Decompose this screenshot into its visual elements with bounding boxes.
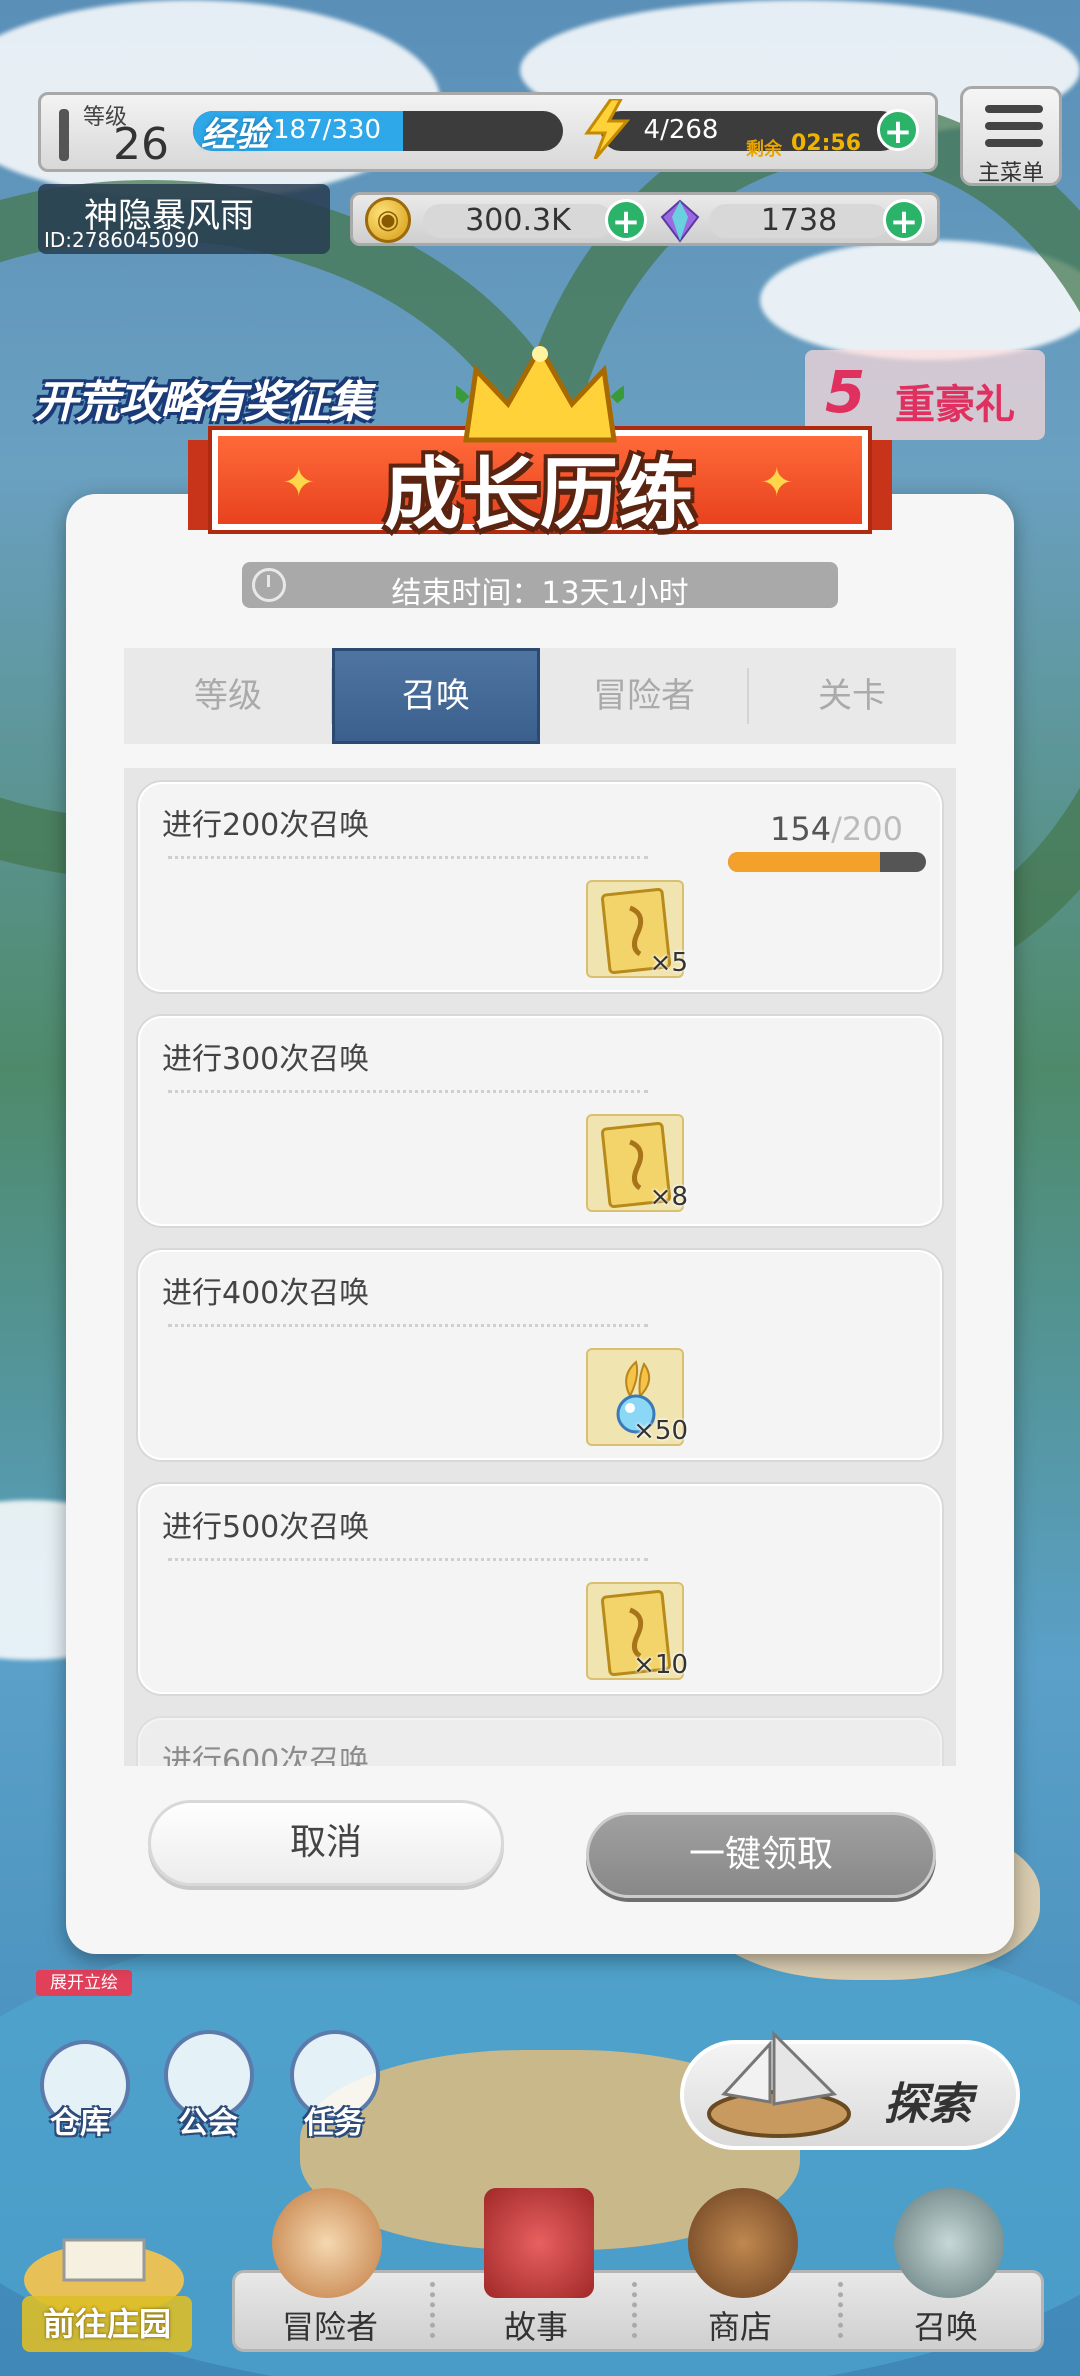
hamburger-icon — [985, 105, 1043, 156]
nav-story[interactable]: 故事 — [456, 2302, 616, 2348]
add-gold-button[interactable]: + — [605, 199, 647, 242]
nav-shop[interactable]: 商店 — [660, 2302, 820, 2348]
task-title: 进行300次召唤 — [162, 1042, 370, 1077]
end-time-bar: 结束时间：13天1小时 — [242, 562, 838, 611]
dialog-title-ribbon: ✦ ✦ 成长历练 — [188, 340, 892, 540]
stamina-value: 4/268 — [643, 115, 719, 145]
nav-separator — [838, 2282, 844, 2338]
reward-item[interactable]: ×5 — [586, 880, 688, 978]
reward-item[interactable]: ×10 — [586, 1582, 688, 1680]
task-divider — [168, 1324, 648, 1327]
dialog-title: 成长历练 — [383, 450, 696, 540]
farm-label: 前往庄园 — [22, 2296, 192, 2352]
gem-crystal-icon — [660, 199, 700, 243]
exp-value: 187/330 — [273, 115, 382, 145]
progress-current: 154 — [770, 810, 832, 848]
reward-item[interactable]: ×50 — [586, 1348, 688, 1446]
reward-quantity: ×8 — [649, 1182, 688, 1212]
adventurer-nav-icon[interactable] — [272, 2188, 382, 2298]
gold-value: 300.3K — [423, 204, 613, 238]
player-name-card[interactable]: 神隐暴风雨 ID:2786045090 — [38, 184, 330, 254]
explore-button[interactable]: 探索 — [680, 2030, 1020, 2150]
explore-label: 探索 — [884, 2079, 972, 2130]
player-status-bar: 等级 26 经验 187/330 4/268 剩余 02:56 + — [38, 92, 938, 172]
shop-icon[interactable] — [688, 2188, 798, 2298]
nav-adventurer[interactable]: 冒险者 — [250, 2302, 410, 2348]
reward-quantity: ×50 — [633, 1416, 688, 1446]
exp-label: 经验 — [201, 115, 269, 155]
reward-quantity: ×10 — [633, 1650, 688, 1680]
main-menu-label: 主菜单 — [977, 161, 1044, 186]
claim-all-button[interactable]: 一键领取 — [586, 1812, 936, 1898]
task-progress-fill — [728, 852, 881, 872]
tab-adventurer[interactable]: 冒险者 — [540, 648, 748, 744]
task-item: 进行500次召唤 ×10 — [138, 1484, 942, 1694]
story-book-icon[interactable] — [484, 2188, 594, 2298]
task-item: 进行200次召唤 154/200 ×5 — [138, 782, 942, 992]
guild-label: 公会 — [178, 2106, 238, 2141]
expand-portrait-button[interactable]: 展开立绘 — [36, 1970, 132, 1996]
task-title: 进行400次召唤 — [162, 1276, 370, 1311]
gold-coin-icon: ◉ — [365, 197, 411, 243]
category-tabs: 等级 召唤 冒险者 关卡 — [124, 648, 956, 744]
end-time-text: 结束时间：13天1小时 — [391, 576, 689, 611]
level-value: 26 — [113, 119, 169, 170]
growth-trial-dialog: 结束时间：13天1小时 等级 召唤 冒险者 关卡 进行200次召唤 154/20… — [66, 494, 1014, 1954]
task-item: 进行400次召唤 ×50 — [138, 1250, 942, 1460]
quest-label: 任务 — [304, 2106, 364, 2141]
progress-max: /200 — [831, 810, 903, 848]
task-item: 进行600次召唤 — [138, 1718, 942, 1766]
warehouse-label: 仓库 — [50, 2106, 110, 2141]
task-progress-bar — [728, 852, 926, 872]
timer-label: 剩余 — [746, 139, 782, 160]
tab-stage[interactable]: 关卡 — [748, 648, 956, 744]
task-title: 进行600次召唤 — [162, 1744, 370, 1766]
five-gift-text: 重豪礼 — [895, 382, 1015, 428]
level-marker — [59, 109, 69, 161]
player-id: ID:2786045090 — [44, 228, 200, 252]
add-gems-button[interactable]: + — [883, 199, 925, 242]
task-title: 进行200次召唤 — [162, 808, 370, 843]
task-divider — [168, 1090, 648, 1093]
nav-separator — [430, 2282, 436, 2338]
task-divider — [168, 1558, 648, 1561]
summon-icon[interactable] — [894, 2188, 1004, 2298]
add-stamina-button[interactable]: + — [877, 109, 919, 152]
currency-bar: ◉ 300.3K + 1738 + — [350, 192, 940, 246]
nav-separator — [632, 2282, 638, 2338]
tab-level[interactable]: 等级 — [124, 648, 332, 744]
reward-item[interactable]: ×8 — [586, 1114, 688, 1212]
task-progress-text: 154/200 — [770, 810, 903, 848]
task-item: 进行300次召唤 ×8 — [138, 1016, 942, 1226]
task-list[interactable]: 进行200次召唤 154/200 ×5 进行300次召唤 ×8 进行400次召唤… — [124, 768, 956, 1766]
reward-quantity: ×5 — [649, 948, 688, 978]
cancel-button[interactable]: 取消 — [148, 1800, 504, 1886]
airship-icon — [707, 2030, 851, 2138]
tab-summon[interactable]: 召唤 — [332, 648, 540, 744]
main-menu-button[interactable]: 主菜单 — [960, 86, 1062, 186]
stamina-timer: 02:56 — [791, 131, 862, 156]
task-title: 进行500次召唤 — [162, 1510, 370, 1545]
gem-value: 1738 — [709, 204, 889, 238]
nav-summon[interactable]: 召唤 — [866, 2302, 1026, 2348]
task-divider — [168, 856, 648, 859]
